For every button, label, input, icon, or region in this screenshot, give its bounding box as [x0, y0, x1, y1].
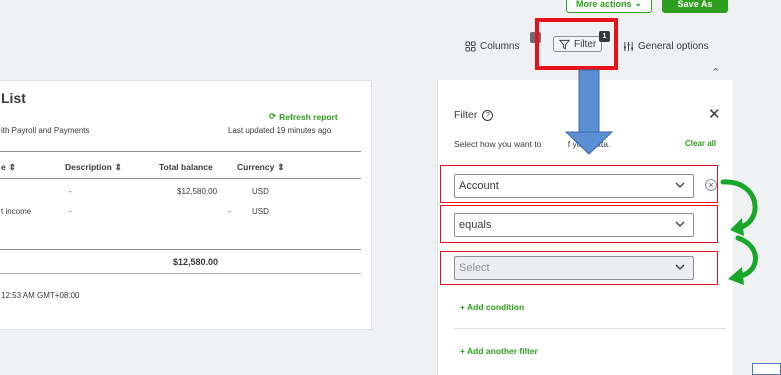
- corner-box: [752, 363, 781, 375]
- sort-icon: ⇕: [8, 162, 16, 172]
- add-condition-link[interactable]: + Add condition: [460, 302, 524, 312]
- columns-button[interactable]: Columns: [465, 38, 519, 54]
- sliders-icon: [623, 41, 634, 51]
- field-highlight-box: [440, 165, 718, 203]
- panel-divider: [454, 328, 726, 329]
- clear-all-link[interactable]: Clear all: [685, 139, 716, 148]
- refresh-report-label: Refresh report: [279, 111, 338, 122]
- report-timestamp: 12:53 AM GMT+08:00: [1, 291, 80, 300]
- table-top-rule: [0, 151, 361, 152]
- add-another-filter-link[interactable]: + Add another filter: [460, 346, 538, 356]
- help-icon[interactable]: ?: [482, 109, 494, 121]
- chevron-down-icon: ⌄: [634, 0, 643, 8]
- report-card: List ⟳ Refresh report ith Payroll and Pa…: [0, 80, 372, 330]
- refresh-icon: ⟳: [269, 111, 277, 121]
- column-header-total-balance[interactable]: Total balance: [159, 162, 213, 172]
- filter-panel-title: Filter ?: [454, 109, 494, 121]
- header-rule: [0, 178, 361, 179]
- collapse-chevron-up-icon[interactable]: ⌃: [711, 66, 720, 79]
- filter-description: Select how you want to f your data.: [454, 139, 611, 149]
- column-header-description[interactable]: Description ⇕: [65, 162, 122, 173]
- report-title: List: [1, 90, 26, 106]
- value-highlight-box: [440, 251, 718, 285]
- columns-label: Columns: [480, 40, 520, 52]
- close-icon[interactable]: ✕: [708, 105, 721, 123]
- save-as-button[interactable]: Save As: [662, 0, 728, 13]
- column-header-currency[interactable]: Currency ⇕: [237, 162, 284, 173]
- grand-total: $12,580.00: [173, 257, 219, 267]
- sort-icon: ⇕: [114, 162, 122, 172]
- operator-highlight-box: [440, 205, 718, 243]
- more-actions-button[interactable]: More actions ⌄: [566, 0, 652, 13]
- more-actions-label: More actions: [575, 0, 632, 9]
- bottom-rule: [0, 273, 361, 274]
- columns-icon: [465, 40, 476, 52]
- last-updated-text: Last updated 19 minutes ago: [228, 126, 332, 135]
- total-rule: [0, 249, 361, 250]
- report-toolbar: More actions ⌄ Save As Columns Filter 1 …: [0, 0, 781, 70]
- column-header-name[interactable]: e ⇕: [1, 162, 16, 173]
- general-options-button[interactable]: General options: [623, 38, 709, 54]
- refresh-report-link[interactable]: ⟳ Refresh report: [269, 111, 338, 122]
- sort-icon: ⇕: [277, 162, 285, 172]
- filter-highlight-box: [535, 18, 618, 70]
- general-options-label: General options: [638, 40, 709, 52]
- report-subtitle: ith Payroll and Payments: [1, 126, 90, 135]
